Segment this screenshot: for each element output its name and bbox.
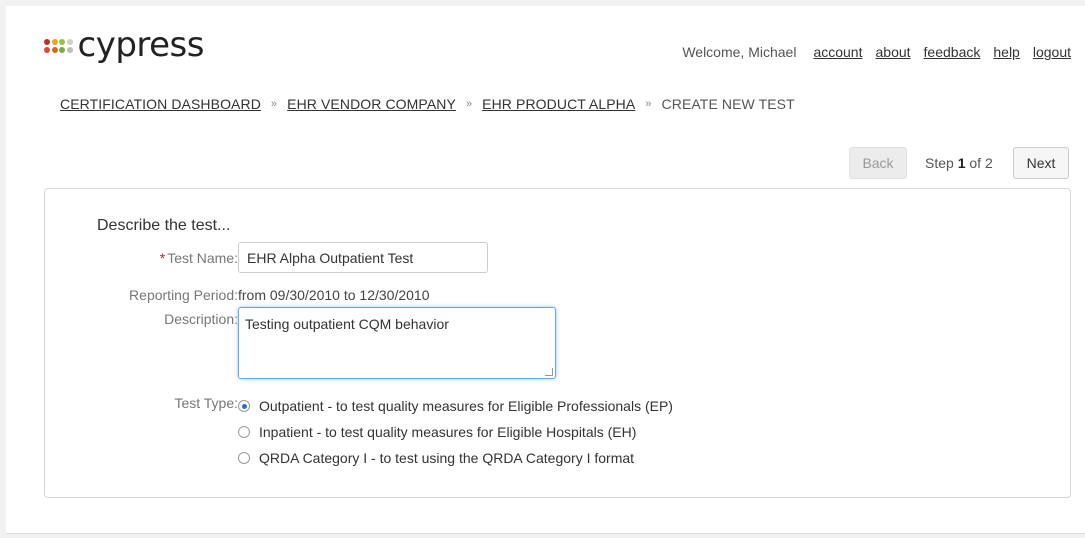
test-form-panel: Describe the test... * Test Name: EHR Alp… (44, 188, 1071, 498)
feedback-link[interactable]: feedback (924, 44, 981, 60)
description-textarea[interactable]: Testing outpatient CQM behavior (238, 307, 556, 379)
section-title: Describe the test... (97, 217, 231, 234)
page-frame: cypress Welcome, Michael account about f… (6, 6, 1085, 534)
step-indicator: Step 1 of 2 (925, 155, 993, 171)
test-type-option-qrda[interactable]: QRDA Category I - to test using the QRDA… (238, 450, 634, 466)
breadcrumb-vendor[interactable]: EHR VENDOR COMPANY (287, 96, 456, 112)
logo-dot (44, 39, 50, 46)
test-type-option-label: Outpatient - to test quality measures fo… (259, 398, 673, 414)
logout-link[interactable]: logout (1033, 44, 1071, 60)
about-link[interactable]: about (876, 44, 911, 60)
description-label: Description: (164, 311, 238, 327)
breadcrumb: CERTIFICATION DASHBOARD » EHR VENDOR COM… (60, 96, 795, 112)
reporting-period-label: Reporting Period: (129, 287, 238, 303)
required-marker: * (159, 250, 166, 266)
breadcrumb-product[interactable]: EHR PRODUCT ALPHA (482, 96, 635, 112)
breadcrumb-separator: » (270, 98, 278, 110)
test-type-option-inpatient[interactable]: Inpatient - to test quality measures for… (238, 424, 636, 440)
reporting-period-value: from 09/30/2010 to 12/30/2010 (238, 287, 430, 303)
test-type-option-label: Inpatient - to test quality measures for… (259, 424, 637, 440)
step-prefix: Step (925, 155, 954, 171)
breadcrumb-dashboard[interactable]: CERTIFICATION DASHBOARD (60, 96, 261, 112)
step-current: 1 (957, 155, 966, 171)
logo-dot (59, 39, 65, 46)
radio-unchecked-icon[interactable] (238, 452, 250, 464)
cypress-logo[interactable]: cypress (44, 28, 204, 62)
test-name-input[interactable]: EHR Alpha Outpatient Test (238, 242, 488, 273)
radio-checked-icon[interactable] (238, 400, 250, 412)
help-link[interactable]: help (993, 44, 1019, 60)
top-navigation: Welcome, Michael account about feedback … (682, 44, 1071, 60)
breadcrumb-separator: » (465, 98, 473, 110)
logo-dot (51, 46, 58, 53)
resize-handle-icon[interactable] (545, 368, 553, 376)
description-text: Testing outpatient CQM behavior (245, 316, 449, 332)
step-suffix: of 2 (969, 155, 993, 171)
logo-dot (59, 46, 65, 53)
logo-dot (66, 39, 73, 46)
test-name-label-text: Test Name: (167, 250, 238, 266)
test-type-option-label: QRDA Category I - to test using the QRDA… (259, 450, 635, 466)
welcome-text: Welcome, Michael (682, 44, 797, 60)
logo-dot (44, 46, 50, 53)
logo-dot (51, 39, 58, 46)
logo-dots-icon (44, 39, 73, 53)
back-button[interactable]: Back (849, 147, 907, 179)
test-type-option-outpatient[interactable]: Outpatient - to test quality measures fo… (238, 398, 673, 414)
radio-unchecked-icon[interactable] (238, 426, 250, 438)
account-link[interactable]: account (813, 44, 862, 60)
test-type-label: Test Type: (174, 395, 238, 411)
breadcrumb-separator: » (645, 98, 652, 110)
logo-dot (66, 46, 73, 53)
breadcrumb-current: CREATE NEW TEST (661, 96, 795, 112)
test-name-label: * Test Name: (160, 250, 238, 266)
next-button[interactable]: Next (1013, 147, 1069, 179)
app-name: cypress (77, 25, 205, 65)
